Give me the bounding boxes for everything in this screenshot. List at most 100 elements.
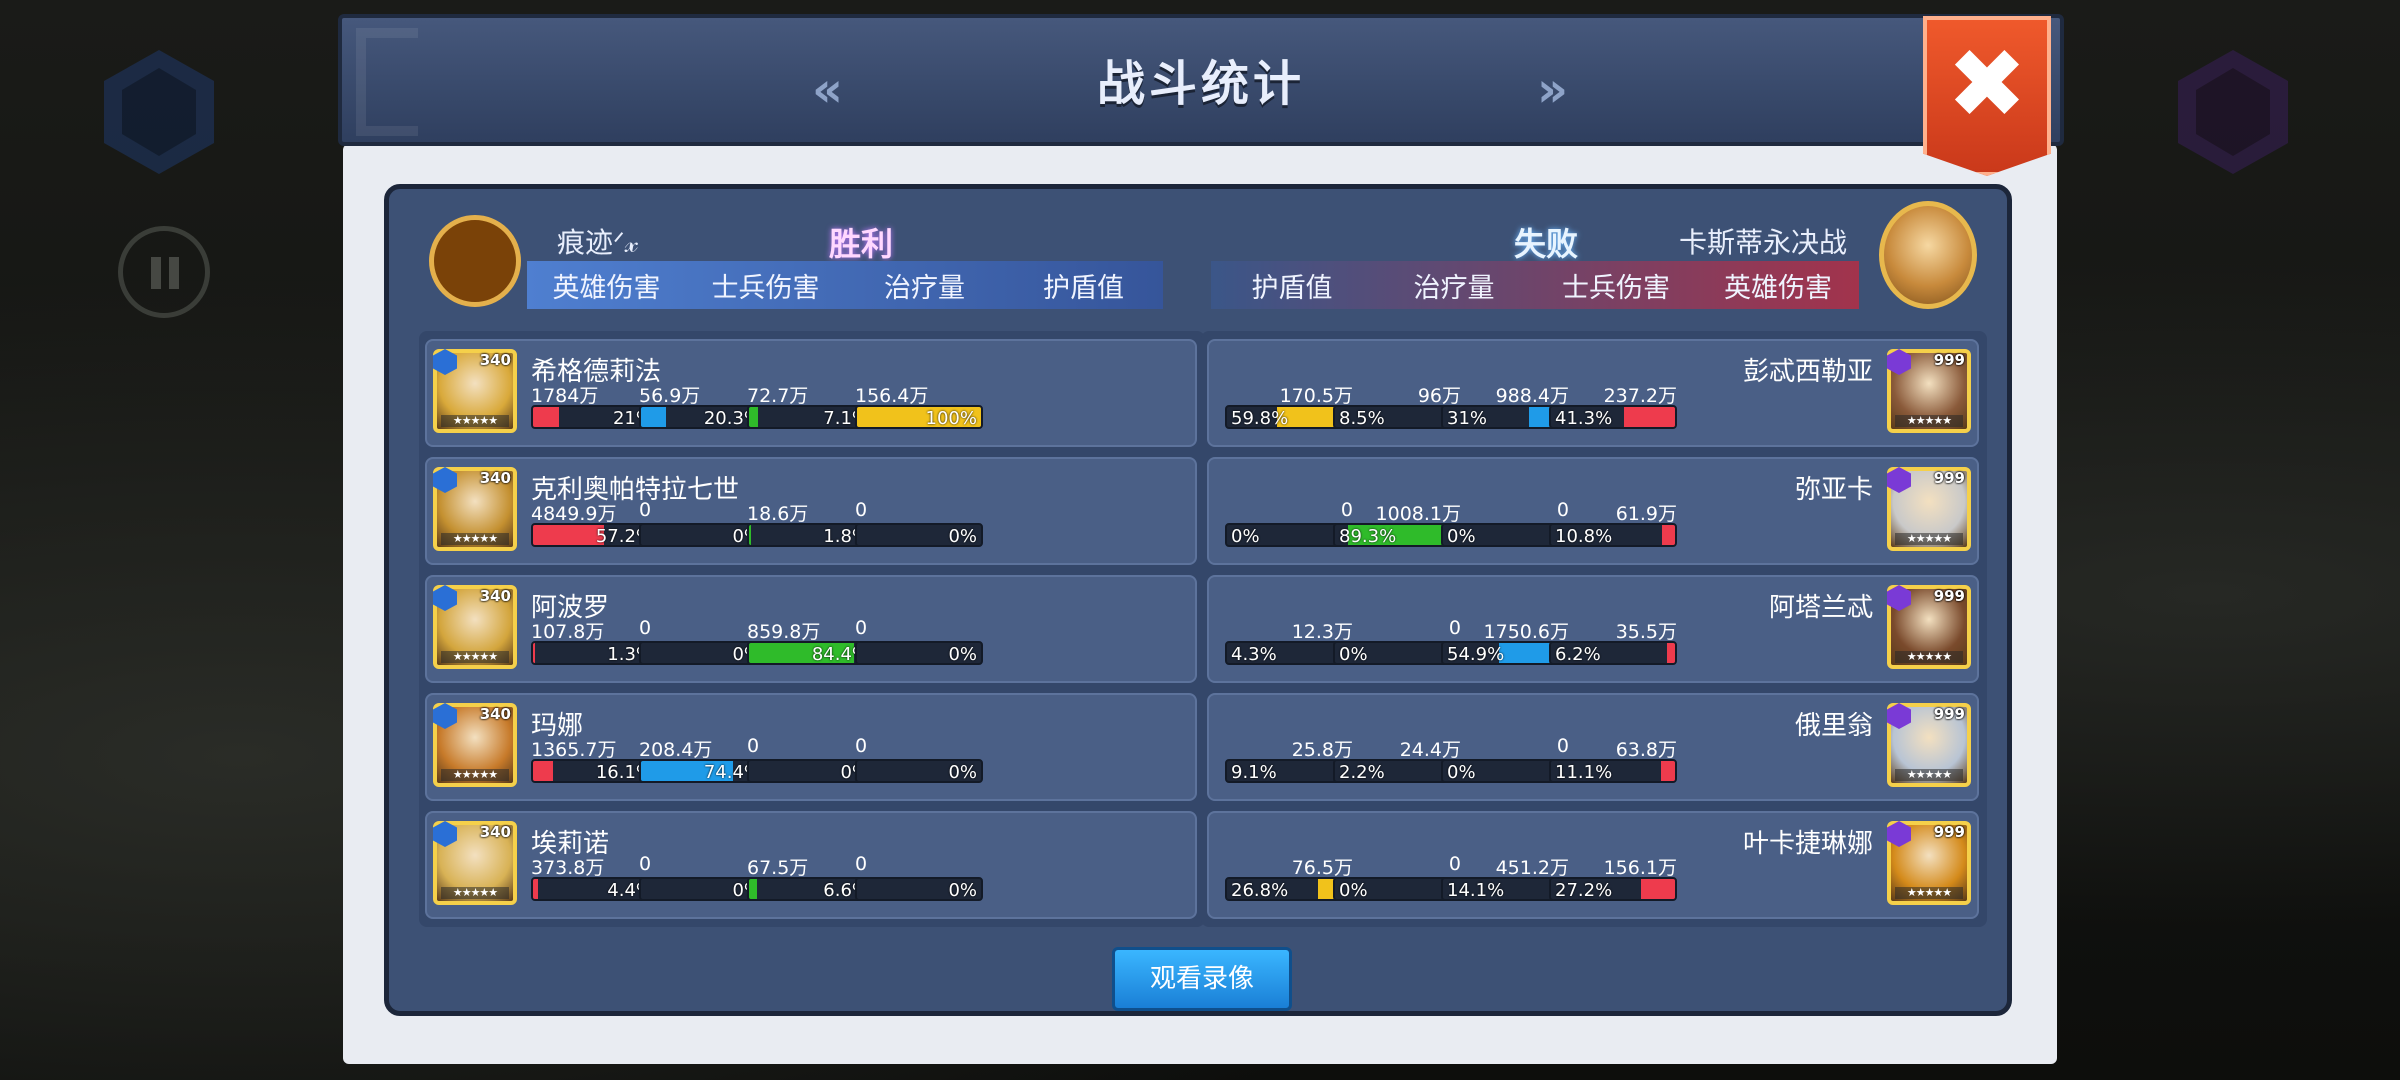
stat-value: 63.8万 <box>1615 739 1677 761</box>
title-bar: « 战斗统计 » <box>338 14 2064 146</box>
stat-percent: 0% <box>1231 526 1260 547</box>
hero-portrait[interactable]: 999 ★★★★★ <box>1887 467 1971 551</box>
stat-bar: 0% <box>855 641 983 665</box>
stat-value: 237.2万 <box>1603 385 1677 407</box>
star-rating-icon: ★★★★★ <box>1895 651 1963 663</box>
star-rating-icon: ★★★★★ <box>441 769 509 781</box>
star-rating-icon: ★★★★★ <box>1895 533 1963 545</box>
stat-value: 67.5万 <box>747 857 809 879</box>
stat-percent: 31% <box>1447 408 1488 429</box>
next-page-icon[interactable]: » <box>1537 62 1568 118</box>
stat-percent: 89.3% <box>1339 526 1397 547</box>
stat-value: 4849.9万 <box>531 503 617 525</box>
hero-name: 叶卡捷琳娜 <box>1742 829 1873 859</box>
hero-portrait[interactable]: 340 ★★★★★ <box>433 703 517 787</box>
hero-portrait[interactable]: 340 ★★★★★ <box>433 585 517 669</box>
stat-value: 0 <box>639 499 652 521</box>
faction-badge-icon <box>1887 821 1911 847</box>
stat-percent: 14.1% <box>1447 880 1505 901</box>
hero-row[interactable]: 999 ★★★★★ 阿塔兰忒 12.3万 4.3% 0 0% 1750.6万 54.9% 35.5… <box>1207 575 1979 683</box>
hero-row[interactable]: 340★★★★★克利奥帕特拉七世4849.9万57.2%00%18.6万1.8%… <box>425 457 1197 565</box>
stat-value: 35.5万 <box>1615 621 1677 643</box>
stat-bar-fill <box>533 407 560 427</box>
hero-portrait[interactable]: 999 ★★★★★ <box>1887 585 1971 669</box>
stat-percent: 11.1% <box>1555 762 1613 783</box>
stat-value: 0 <box>855 499 868 521</box>
stat-percent: 0% <box>1339 644 1368 665</box>
header-hero-damage: 英雄伤害 <box>552 272 661 304</box>
stat-percent: 0% <box>1447 762 1476 783</box>
stat-bar-fill <box>1661 525 1675 545</box>
stat-value: 72.7万 <box>747 385 809 407</box>
stat-percent: 8.5% <box>1339 408 1385 429</box>
stat-bar: 0% <box>855 759 983 783</box>
stat-percent: 26.8% <box>1231 880 1289 901</box>
stat-value: 0 <box>855 617 868 639</box>
star-rating-icon: ★★★★★ <box>1895 887 1963 899</box>
stat-percent: 10.8% <box>1555 526 1613 547</box>
left-team-list: 340 ★★★★★ 希格德莉法 1784万 21% 56.9万 20.3% 72.7万 7.1%… <box>419 331 1205 927</box>
hero-row[interactable]: 999 ★★★★★ 彭忒西勒亚 170.5万 59.8% 96万 8.5% 988.4万 31%… <box>1207 339 1979 447</box>
stat-bar: 0% <box>855 523 983 547</box>
hero-row[interactable]: 999 ★★★★★ 俄里翁 25.8万 9.1% 24.4万 2.2% 0 0% 63.8万 11.… <box>1207 693 1979 801</box>
star-rating-icon: ★★★★★ <box>441 651 509 663</box>
stat-bar-fill <box>749 879 758 899</box>
stat-bar-fill <box>1623 407 1675 427</box>
stat-value: 0 <box>639 853 652 875</box>
stat-bar: 11.1% <box>1549 759 1677 783</box>
stat-bar-fill <box>533 525 604 545</box>
battle-stats-dialog: « 战斗统计 » ✖ 痕迹ᐟ𝓍 胜利 失败 卡斯蒂永决战 英雄伤害 士兵伤害 治… <box>338 14 2064 1064</box>
header-shield: 护盾值 <box>1043 272 1124 304</box>
left-result-label: 胜利 <box>829 225 894 263</box>
stat-value: 56.9万 <box>639 385 701 407</box>
stat-value: 1365.7万 <box>531 739 617 761</box>
stat-percent: 0% <box>1447 526 1476 547</box>
stat-value: 0 <box>855 735 868 757</box>
faction-badge-icon <box>433 703 457 729</box>
stat-bar: 100% <box>855 405 983 429</box>
stat-value: 0 <box>855 853 868 875</box>
hero-level: 340 <box>479 587 511 605</box>
stat-cell: 0 0% <box>855 853 983 915</box>
left-player-name: 痕迹ᐟ𝓍 <box>557 226 639 259</box>
hero-row[interactable]: 340★★★★★埃莉诺373.8万4.4%00%67.5万6.6%00% <box>425 811 1197 919</box>
stat-value: 0 <box>639 617 652 639</box>
stat-cell: 0 0% <box>855 735 983 797</box>
stat-bar-fill <box>1641 879 1675 899</box>
hero-row[interactable]: 999 ★★★★★ 弥亚卡 0 0% 1008.1万 89.3% 0 0% 61.9万 10.8% <box>1207 457 1979 565</box>
watch-replay-button[interactable]: 观看录像 <box>1112 947 1292 1011</box>
hero-row[interactable]: 340 ★★★★★ 希格德莉法 1784万 21% 56.9万 20.3% 72.7万 7.1%… <box>425 339 1197 447</box>
stat-percent: 0% <box>948 762 977 783</box>
hero-portrait[interactable]: 999 ★★★★★ <box>1887 349 1971 433</box>
close-icon: ✖ <box>1946 28 2028 140</box>
stat-percent: 0% <box>948 880 977 901</box>
hero-level: 340 <box>479 705 511 723</box>
faction-badge-icon <box>1887 467 1911 493</box>
right-column-headers: 护盾值 治疗量 士兵伤害 英雄伤害 <box>1211 261 1859 309</box>
player-avatar[interactable] <box>429 215 521 307</box>
hero-portrait[interactable]: 340 ★★★★★ <box>433 349 517 433</box>
hero-name: 弥亚卡 <box>1794 475 1873 505</box>
header-hero-damage: 英雄伤害 <box>1724 272 1832 304</box>
stat-value: 18.6万 <box>747 503 809 525</box>
pause-icon[interactable] <box>118 226 210 318</box>
stat-bar: 27.2% <box>1549 877 1677 901</box>
stat-cell: 156.1万 27.2% <box>1549 853 1677 915</box>
right-result-label: 失败 <box>1514 225 1579 263</box>
close-button[interactable]: ✖ <box>1923 16 2051 176</box>
hero-row[interactable]: 340★★★★★玛娜1365.7万16.1%208.4万74.4%00%00% <box>425 693 1197 801</box>
hero-row[interactable]: 999 ★★★★★ 叶卡捷琳娜 76.5万 26.8% 0 0% 451.2万 14.1% 156… <box>1207 811 1979 919</box>
header-soldier-damage: 士兵伤害 <box>1562 272 1670 304</box>
enemy-avatar[interactable] <box>1879 201 1977 309</box>
hero-portrait[interactable]: 340 ★★★★★ <box>433 821 517 905</box>
right-team-list: 999 ★★★★★ 彭忒西勒亚 170.5万 59.8% 96万 8.5% 988.4万 31%… <box>1201 331 1987 927</box>
hero-level: 999 <box>1933 469 1965 487</box>
hero-portrait[interactable]: 999 ★★★★★ <box>1887 821 1971 905</box>
hero-row[interactable]: 340★★★★★阿波罗107.8万1.3%00%859.8万84.4%00% <box>425 575 1197 683</box>
hero-portrait[interactable]: 340 ★★★★★ <box>433 467 517 551</box>
hero-portrait[interactable]: 999 ★★★★★ <box>1887 703 1971 787</box>
stat-bar: 41.3% <box>1549 405 1677 429</box>
stat-bar: 6.2% <box>1549 641 1677 665</box>
stat-percent: 4.3% <box>1231 644 1277 665</box>
stat-bar-fill <box>1661 761 1675 781</box>
